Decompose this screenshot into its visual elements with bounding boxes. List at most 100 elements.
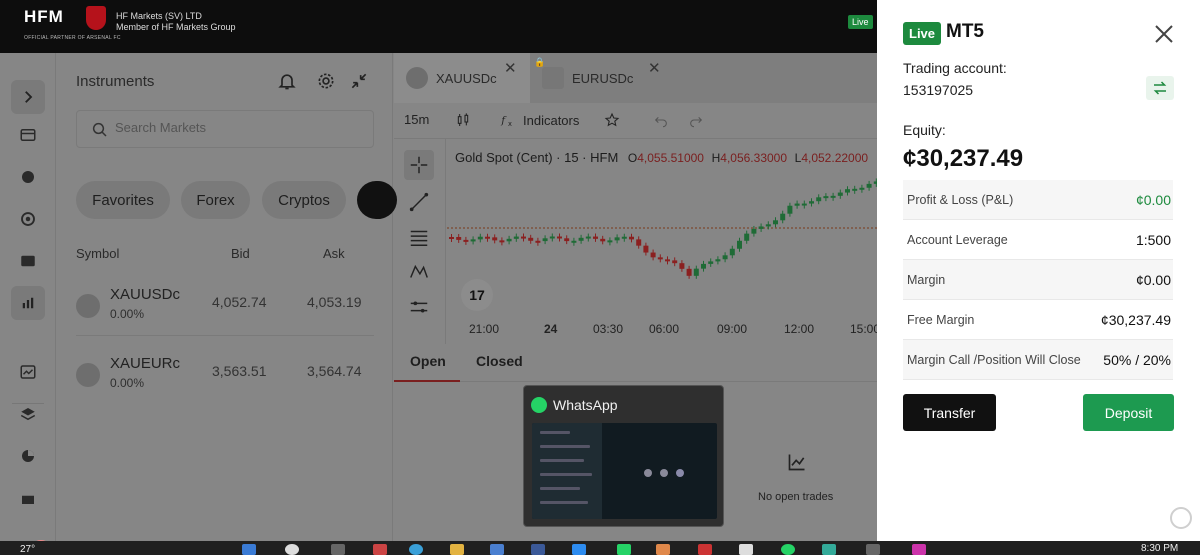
- expand-nav-button[interactable]: [11, 80, 45, 114]
- candle: [449, 237, 454, 239]
- nav-education[interactable]: [11, 397, 45, 431]
- nav-markets[interactable]: [11, 160, 45, 194]
- category-forex[interactable]: Forex: [181, 181, 250, 219]
- candles-icon: [457, 113, 469, 126]
- category-favorites[interactable]: Favorites: [76, 181, 170, 219]
- drawing-tools: [394, 139, 446, 344]
- folder-icon[interactable]: [450, 544, 464, 555]
- app-icon[interactable]: [531, 544, 545, 555]
- tab-eurusdc[interactable]: EURUSDc ✕: [530, 53, 670, 103]
- live-badge: Live: [903, 22, 942, 45]
- app-icon[interactable]: [912, 544, 926, 555]
- redo-button[interactable]: [688, 112, 704, 128]
- app-icon[interactable]: [373, 544, 387, 555]
- thumbnail-line: [540, 431, 570, 434]
- timeframe-button[interactable]: 15m: [404, 112, 429, 127]
- clock[interactable]: 8:30 PM: [1141, 543, 1178, 554]
- undo-button[interactable]: [653, 112, 669, 128]
- nav-reports[interactable]: [11, 439, 45, 473]
- candle: [585, 236, 591, 239]
- tab-open[interactable]: Open: [410, 353, 446, 369]
- fib-tool[interactable]: [404, 222, 434, 252]
- search-input[interactable]: [115, 120, 355, 135]
- app-icon[interactable]: [822, 544, 836, 555]
- candle: [722, 255, 728, 260]
- row-divider: [76, 335, 374, 336]
- favorite-button[interactable]: [604, 112, 620, 128]
- app-icon[interactable]: [698, 544, 712, 555]
- weather-temp[interactable]: 27°: [20, 544, 35, 555]
- edge-icon[interactable]: [409, 544, 423, 555]
- crosshair-tool[interactable]: [404, 150, 434, 180]
- instrument-icon: [76, 294, 100, 318]
- candle: [557, 236, 562, 239]
- start-icon[interactable]: [242, 544, 256, 555]
- instrument-icon: [76, 363, 100, 387]
- close-tab-icon[interactable]: ✕: [648, 59, 661, 77]
- column-ask: Ask: [323, 246, 345, 261]
- x-tick-label: 24: [544, 322, 558, 336]
- candle: [737, 240, 742, 249]
- candle: [866, 183, 872, 188]
- instrument-row[interactable]: XAUEURc 0.00% 3,563.51 3,564.74: [57, 347, 393, 405]
- hfm-logo[interactable]: HFM: [24, 7, 64, 27]
- app-icon[interactable]: [656, 544, 670, 555]
- candle: [636, 239, 642, 246]
- logo-tagline: OFFICIAL PARTNER OF ARSENAL FC: [24, 35, 121, 41]
- x-tick-label: 09:00: [717, 322, 748, 336]
- company-name: HF Markets (SV) LTD: [116, 11, 202, 21]
- settings-button[interactable]: [314, 69, 338, 93]
- instrument-symbol: XAUUSDc: [110, 286, 181, 303]
- trading-account-label: Trading account:: [903, 60, 1007, 76]
- undo-icon: [654, 116, 667, 128]
- close-icon[interactable]: [1152, 22, 1176, 46]
- svg-text:f: f: [500, 115, 507, 126]
- chart-type-button[interactable]: [455, 112, 471, 128]
- close-tab-icon[interactable]: ✕: [504, 59, 517, 77]
- app-icon[interactable]: [739, 544, 753, 555]
- switch-account-button[interactable]: [1146, 76, 1174, 100]
- whatsapp-taskbar-icon[interactable]: [617, 544, 631, 555]
- candle: [859, 187, 865, 190]
- app-icon[interactable]: [781, 544, 795, 555]
- fx-icon: fx: [500, 115, 512, 128]
- nav-accounts[interactable]: [11, 118, 45, 152]
- transfer-button[interactable]: Transfer: [903, 394, 996, 431]
- deposit-button[interactable]: Deposit: [1083, 394, 1174, 431]
- nav-analytics[interactable]: [11, 355, 45, 389]
- app-icon[interactable]: [572, 544, 586, 555]
- tradingview-logo[interactable]: 17: [461, 279, 493, 311]
- category-more[interactable]: [357, 181, 397, 219]
- nav-wallet[interactable]: [11, 244, 45, 278]
- prediction-tool[interactable]: [404, 292, 434, 322]
- tab-closed[interactable]: Closed: [476, 353, 523, 369]
- collapse-button[interactable]: [347, 69, 371, 93]
- app-icon[interactable]: [866, 544, 880, 555]
- instrument-symbol: XAUEURc: [110, 355, 181, 372]
- whatsapp-preview[interactable]: WhatsApp: [523, 385, 724, 527]
- store-icon[interactable]: [490, 544, 504, 555]
- nav-trade[interactable]: [11, 286, 45, 320]
- trendline-tool[interactable]: [404, 187, 434, 217]
- category-cryptos[interactable]: Cryptos: [262, 181, 346, 219]
- thumbnail-line: [540, 487, 580, 490]
- candle: [773, 220, 778, 225]
- nav-funds[interactable]: [11, 202, 45, 236]
- candle: [852, 188, 858, 191]
- candle: [830, 195, 836, 198]
- instrument-row[interactable]: XAUUSDc 0.00% 4,052.74 4,053.19: [57, 278, 393, 336]
- candle: [845, 189, 850, 193]
- x-tick-label: 15:00: [850, 322, 877, 336]
- tab-xauusdc[interactable]: XAUUSDc ✕: [394, 53, 530, 103]
- price-chart[interactable]: Gold Spot (Cent) · 15 · HFM O4,055.51000…: [447, 139, 877, 344]
- search-taskbar-icon[interactable]: [285, 544, 299, 555]
- x-tick-label: 21:00: [469, 322, 500, 336]
- candle: [470, 239, 476, 242]
- pattern-tool[interactable]: [404, 257, 434, 287]
- indicators-button[interactable]: fx Indicators: [500, 112, 579, 129]
- alerts-button[interactable]: [275, 69, 299, 93]
- leverage-label: Account Leverage: [907, 233, 1008, 247]
- candle: [564, 238, 570, 242]
- taskview-icon[interactable]: [331, 544, 345, 555]
- nav-promotions[interactable]: [11, 481, 45, 515]
